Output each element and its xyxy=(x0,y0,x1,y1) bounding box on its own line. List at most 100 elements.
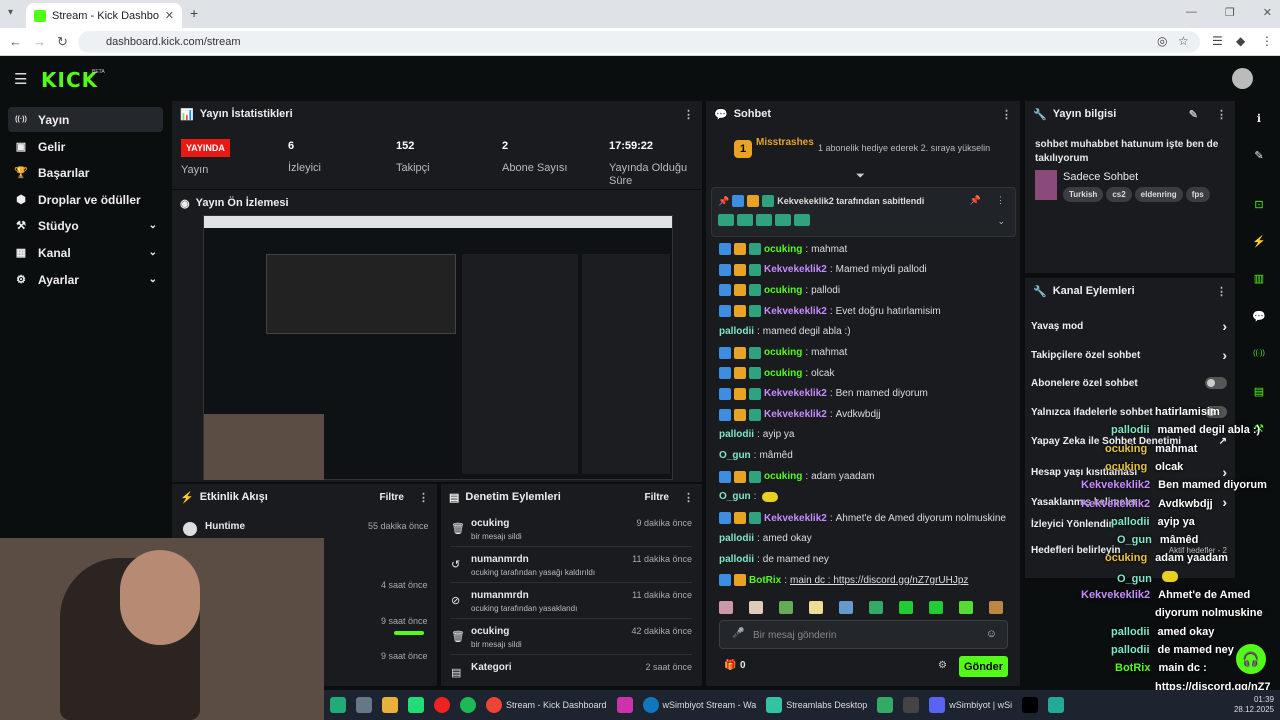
spotify-icon[interactable] xyxy=(460,697,476,713)
taskbar-app-edge[interactable]: wSimbiyot Stream - Wa xyxy=(642,697,756,713)
moderation-user[interactable]: numanmrdn xyxy=(471,554,529,565)
chat-username[interactable]: ocuking xyxy=(764,368,802,379)
profile-icon[interactable]: ◆ xyxy=(1236,34,1245,48)
pen-icon[interactable]: ✎ xyxy=(1245,143,1273,167)
sidebar-item-7[interactable]: ⚙ Ayarlar ⌄ xyxy=(8,267,163,292)
sidebar-item-2[interactable]: ▣ Gelir xyxy=(8,134,163,159)
sidebar-item-4[interactable]: ⬢ Droplar ve ödüller xyxy=(8,187,163,212)
taskbar-app-streamlabs[interactable]: Streamlabs Desktop xyxy=(766,697,867,713)
app-icon[interactable] xyxy=(877,697,894,713)
chevron-right-icon[interactable]: › xyxy=(1222,347,1227,363)
top-user[interactable]: Misstrashes xyxy=(756,137,814,148)
info-icon[interactable]: ℹ xyxy=(1245,106,1273,130)
chat-username[interactable]: pallodii xyxy=(719,429,754,440)
chat-input[interactable]: 🎤 Bir mesaj gönderin ☺ xyxy=(719,620,1008,649)
sidebar-item-1[interactable]: ((·)) Yayın xyxy=(8,107,163,132)
channel-action-item[interactable]: Yavaş mod › xyxy=(1031,318,1227,334)
stream-preview-video[interactable] xyxy=(203,215,673,480)
sidebar-item-6[interactable]: ▦ Kanal ⌄ xyxy=(8,240,163,265)
chat-username[interactable]: Kekvekeklik2 xyxy=(764,264,827,275)
emote-icon[interactable] xyxy=(929,601,943,614)
chat-username[interactable]: O_gun xyxy=(719,450,751,461)
emoji-icon[interactable]: ☺ xyxy=(986,628,997,640)
chevron-down-icon[interactable]: ⌄ xyxy=(149,274,157,285)
maximize-icon[interactable]: ❐ xyxy=(1225,6,1235,19)
instagram-icon[interactable] xyxy=(616,697,633,713)
chat-username[interactable]: Kekvekeklik2 xyxy=(764,306,827,317)
chevron-right-icon[interactable]: › xyxy=(1222,464,1227,480)
chat-username[interactable]: ocuking xyxy=(764,285,802,296)
chat-username[interactable]: pallodii xyxy=(719,554,754,565)
avatar[interactable] xyxy=(1232,68,1253,89)
chat-settings-icon[interactable]: ⚙ xyxy=(938,660,947,671)
chat-username[interactable]: Kekvekeklik2 xyxy=(764,513,827,524)
toggle-switch[interactable] xyxy=(1205,377,1227,389)
close-icon[interactable]: ✕ xyxy=(165,9,174,22)
capture-icon[interactable]: ⊡ xyxy=(1245,192,1273,216)
chevron-down-icon[interactable]: ⌄ xyxy=(997,216,1005,227)
chat-username[interactable]: pallodii xyxy=(719,326,754,337)
chevron-right-icon[interactable]: › xyxy=(1222,318,1227,334)
emote-icon[interactable] xyxy=(869,601,883,614)
edit-icon[interactable]: ✎ xyxy=(1189,108,1198,121)
external-link-icon[interactable]: ↗ xyxy=(1219,436,1227,447)
moderation-user[interactable]: ocuking xyxy=(471,626,509,637)
taskbar-app-discord[interactable]: wSimbiyot | wSi xyxy=(929,697,1012,713)
emote-icon[interactable] xyxy=(719,601,733,614)
window-close-icon[interactable]: ✕ xyxy=(1263,6,1272,19)
tab-search-icon[interactable]: ▾ xyxy=(8,7,13,18)
url-field[interactable]: dashboard.kick.com/stream xyxy=(78,31,1200,53)
support-icon[interactable]: 🎧 xyxy=(1236,644,1266,674)
menu-icon[interactable]: ⋮ xyxy=(1261,34,1273,48)
more-icon[interactable]: ⋮ xyxy=(1001,108,1012,121)
mic-icon[interactable]: 🎤 xyxy=(732,628,744,639)
chat-username[interactable]: ocuking xyxy=(764,347,802,358)
collapse-icon[interactable]: ⏷ xyxy=(856,170,865,183)
emote-icon[interactable] xyxy=(749,601,763,614)
chat-username[interactable]: ocuking xyxy=(764,471,802,482)
app-icon[interactable] xyxy=(330,697,346,713)
star-icon[interactable]: ☆ xyxy=(1178,34,1189,48)
reload-icon[interactable]: ↻ xyxy=(57,34,68,50)
chat-username[interactable]: Kekvekeklik2 xyxy=(764,409,827,420)
chat-username[interactable]: O_gun xyxy=(719,491,751,502)
emote-icon[interactable] xyxy=(899,601,913,614)
broadcast-icon[interactable]: ((·)) xyxy=(1245,341,1273,365)
forward-icon[interactable]: → xyxy=(33,34,46,49)
youtube-icon[interactable] xyxy=(434,697,450,713)
minimize-icon[interactable]: — xyxy=(1186,6,1197,19)
eye-off-icon[interactable]: ◎ xyxy=(1157,34,1167,48)
emote-icon[interactable] xyxy=(839,601,853,614)
more-icon[interactable]: ⋮ xyxy=(1216,108,1227,121)
chat-username[interactable]: pallodii xyxy=(719,533,754,544)
moderation-user[interactable]: ocuking xyxy=(471,518,509,529)
app-icon[interactable] xyxy=(903,697,920,713)
points-icon[interactable]: 🎁 xyxy=(724,660,736,671)
chat-username[interactable]: ocuking xyxy=(764,244,802,255)
tag-chip[interactable]: Turkish xyxy=(1063,187,1104,202)
tiktok-icon[interactable] xyxy=(1022,697,1039,713)
back-icon[interactable]: ← xyxy=(9,34,22,49)
emote-icon[interactable] xyxy=(959,601,973,614)
chevron-down-icon[interactable]: ⌄ xyxy=(149,247,157,258)
channel-action-item[interactable]: Abonelere özel sohbet xyxy=(1031,377,1227,389)
app-icon[interactable] xyxy=(1048,697,1065,713)
gift-text[interactable]: 1 abonelik hediye ederek 2. sıraya yükse… xyxy=(818,143,1018,153)
feed-filter-button[interactable]: Filtre xyxy=(380,492,404,503)
category-name[interactable]: Sadece Sohbet xyxy=(1063,171,1138,183)
chat-username[interactable]: Kekvekeklik2 xyxy=(764,388,827,399)
emote-icon[interactable] xyxy=(779,601,793,614)
app-icon[interactable] xyxy=(356,697,372,713)
tag-chip[interactable]: fps xyxy=(1185,187,1210,202)
new-tab-icon[interactable]: + xyxy=(190,5,198,21)
app-icon[interactable] xyxy=(408,697,424,713)
more-icon[interactable]: ⋮ xyxy=(683,491,694,504)
chat-username[interactable]: BotRix xyxy=(749,575,781,586)
channel-action-item[interactable]: Takipçilere özel sohbet › xyxy=(1031,347,1227,363)
bolt-icon[interactable]: ⚡ xyxy=(1245,229,1273,253)
more-icon[interactable]: ⋮ xyxy=(418,491,429,504)
sidebar-item-5[interactable]: ⚒ Stüdyo ⌄ xyxy=(8,213,163,238)
chevron-right-icon[interactable]: › xyxy=(1222,494,1227,510)
tag-chip[interactable]: cs2 xyxy=(1106,187,1132,202)
emote-icon[interactable] xyxy=(989,601,1003,614)
